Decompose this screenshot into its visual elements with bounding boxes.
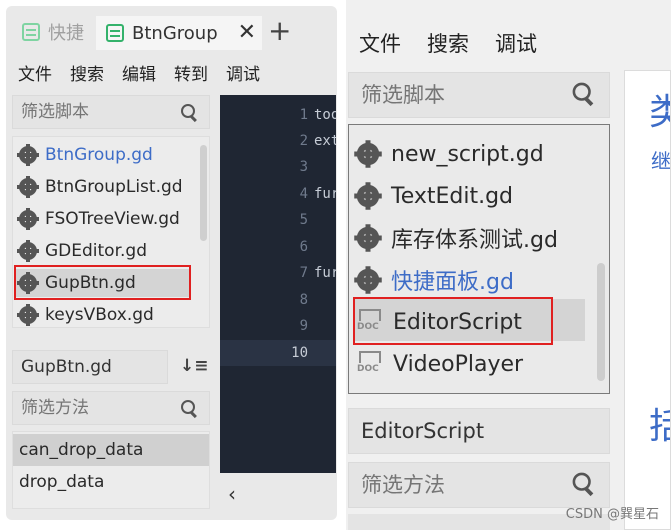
script-list-icon [106, 24, 124, 42]
menu-bar: 文件 搜索 编辑 转到 调试 [18, 60, 260, 85]
doc-preview-panel: 类 继 括 [624, 70, 671, 530]
gear-icon [354, 266, 382, 294]
script-label: keysVBox.gd [45, 305, 154, 325]
method-panel-title: EditorScript [348, 408, 610, 454]
menu-edit[interactable]: 编辑 [122, 60, 156, 85]
gear-icon [17, 176, 39, 198]
list-item[interactable]: BtnGroup.gd [17, 141, 153, 169]
list-item-selected[interactable]: can_drop_data [13, 434, 209, 466]
scrollbar[interactable] [597, 263, 605, 381]
script-filter [348, 72, 610, 118]
left-screenshot: 快捷 BtnGroup ✕ + 文件 搜索 编辑 转到 调试 BtnGroup.… [0, 0, 340, 530]
menu-search[interactable]: 搜索 [70, 60, 104, 85]
close-icon[interactable]: ✕ [238, 20, 256, 45]
tab-btngroup[interactable]: BtnGroup ✕ [96, 14, 262, 50]
line-number: 5 [299, 212, 308, 228]
method-panel-title: GupBtn.gd [12, 350, 168, 384]
list-item[interactable]: drop_data [13, 466, 209, 498]
tab-shortcut[interactable]: 快捷 [14, 14, 98, 50]
list-item[interactable]: GDEditor.gd [17, 237, 147, 265]
script-filter [12, 95, 210, 129]
watermark: CSDN @巽星石 [565, 507, 659, 522]
code-line: fur [314, 265, 336, 281]
list-item[interactable]: DOC VideoPlayer [357, 344, 523, 384]
menu-file[interactable]: 文件 [359, 28, 401, 58]
doc-lower-text: 括 [649, 397, 670, 449]
list-item[interactable]: FSOTreeView.gd [17, 205, 180, 233]
tab-label: BtnGroup [132, 22, 218, 44]
list-item[interactable]: keysVBox.gd [17, 301, 154, 327]
list-item[interactable]: 库存体系测试.gd [354, 218, 558, 258]
tab-label: 快捷 [48, 23, 84, 44]
script-label: GDEditor.gd [45, 241, 147, 261]
search-icon [572, 82, 594, 104]
list-item[interactable]: BtnGroupList.gd [17, 173, 183, 201]
script-label: 快捷面板.gd [391, 270, 514, 295]
sort-icon[interactable]: ↓≡ [180, 356, 209, 378]
line-number: 6 [299, 239, 308, 255]
script-label: BtnGroupList.gd [45, 177, 183, 197]
add-tab-icon[interactable]: + [268, 16, 291, 46]
line-number: 9 [299, 318, 308, 334]
script-label: VideoPlayer [393, 351, 524, 377]
code-line: fur [314, 186, 336, 202]
search-icon [572, 472, 594, 494]
line-number: 4 [299, 186, 308, 202]
gear-icon [17, 144, 39, 166]
scrollbar[interactable] [200, 145, 207, 241]
search-icon [181, 400, 197, 416]
method-list: can_drop_data drop_data [12, 431, 210, 509]
menu-debug[interactable]: 调试 [226, 60, 260, 85]
script-label: FSOTreeView.gd [45, 209, 180, 229]
menu-debug[interactable]: 调试 [495, 28, 537, 58]
gear-icon [354, 140, 382, 168]
gear-icon [17, 208, 39, 230]
menu-search[interactable]: 搜索 [427, 28, 469, 58]
menu-goto[interactable]: 转到 [174, 60, 208, 85]
gear-icon [17, 304, 39, 326]
doc-book-icon: DOC [357, 351, 383, 377]
line-number: 1 [299, 107, 308, 123]
code-line: ext [314, 133, 336, 149]
right-screenshot: 文件 搜索 调试 new_script.gd TextEdit.gd 库存体系测… [346, 0, 671, 530]
gear-icon [354, 182, 382, 210]
list-item[interactable]: new_script.gd [354, 134, 544, 174]
script-label: new_script.gd [391, 141, 544, 167]
tab-bar: 快捷 BtnGroup ✕ + [6, 12, 337, 50]
code-line: too [314, 107, 336, 123]
line-number: 7 [299, 265, 308, 281]
red-highlight-box [353, 297, 553, 345]
menu-file[interactable]: 文件 [18, 60, 52, 85]
line-number: 3 [299, 159, 308, 175]
gear-icon [17, 240, 39, 262]
script-label: 库存体系测试.gd [391, 228, 558, 253]
doc-heading: 类 [649, 83, 670, 135]
script-list-icon [22, 23, 40, 41]
line-number-current: 10 [291, 345, 308, 361]
menu-bar: 文件 搜索 调试 [359, 28, 537, 58]
method-filter [12, 391, 210, 425]
editor-bottom-bar [220, 473, 336, 515]
script-list: new_script.gd TextEdit.gd 库存体系测试.gd 快捷面板… [348, 124, 610, 394]
red-highlight-box [14, 265, 191, 300]
gear-icon [354, 224, 382, 252]
search-icon [181, 104, 197, 120]
script-label: TextEdit.gd [391, 183, 514, 209]
script-label: BtnGroup.gd [45, 145, 153, 165]
doc-subtext: 继 [651, 149, 671, 173]
doc-icon-text: DOC [357, 364, 379, 374]
list-item[interactable]: 快捷面板.gd [354, 260, 514, 300]
chevron-left-icon[interactable]: ‹ [228, 482, 236, 506]
line-number: 2 [299, 133, 308, 149]
method-filter [348, 462, 610, 508]
list-item[interactable]: TextEdit.gd [354, 176, 514, 216]
line-number: 8 [299, 292, 308, 308]
code-editor[interactable]: 1 2 3 4 5 6 7 8 9 10 too ext fur fur [220, 95, 336, 473]
